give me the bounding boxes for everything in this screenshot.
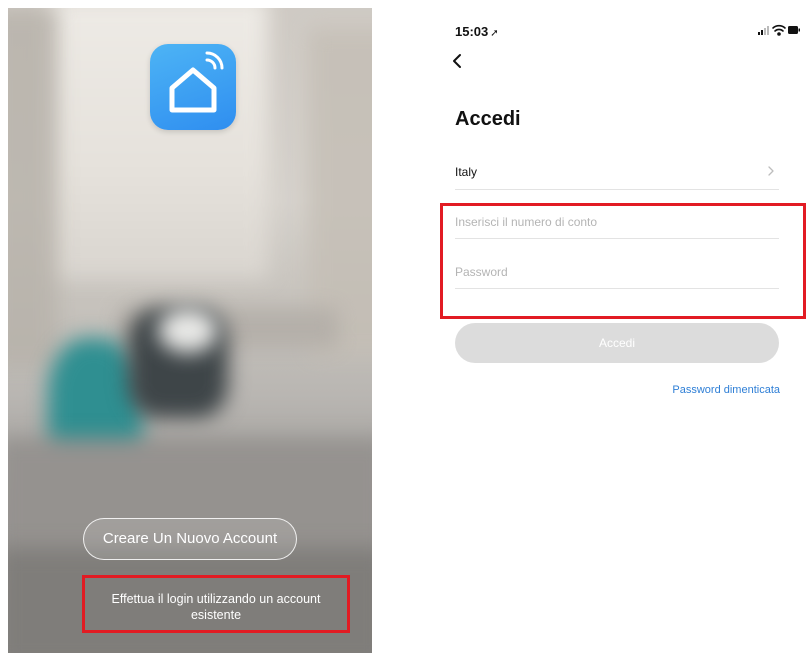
status-time: 15:03	[455, 24, 489, 39]
battery-icon	[788, 26, 800, 34]
chevron-left-icon[interactable]	[448, 51, 468, 71]
status-bar-time: 15:03 ➚	[455, 24, 499, 39]
background-white-object	[158, 308, 218, 353]
login-existing-account-link[interactable]: Effettua il login utilizzando un account…	[82, 583, 350, 633]
wifi-icon	[772, 24, 786, 36]
signal-icon	[758, 26, 769, 35]
login-button[interactable]: Accedi	[455, 323, 779, 363]
password-field	[455, 257, 779, 289]
account-number-input[interactable]	[455, 207, 779, 237]
forgot-password-link[interactable]: Password dimenticata	[672, 384, 780, 396]
login-screen: 15:03➚ Accedi Italy Accedi	[440, 0, 806, 653]
create-account-button[interactable]: Creare Un Nuovo Account	[83, 518, 297, 560]
location-icon: ➚	[490, 28, 499, 39]
page-title: Accedi	[455, 108, 521, 130]
account-number-field	[455, 207, 779, 239]
chevron-right-icon	[768, 166, 774, 176]
country-selector[interactable]: Italy	[455, 158, 779, 190]
home-wifi-icon	[150, 44, 236, 130]
welcome-screen: Creare Un Nuovo Account Effettua il logi…	[8, 8, 372, 653]
status-icons	[758, 24, 800, 36]
password-input[interactable]	[455, 257, 779, 287]
country-value: Italy	[455, 165, 478, 179]
background-curtain-left	[8, 8, 58, 368]
